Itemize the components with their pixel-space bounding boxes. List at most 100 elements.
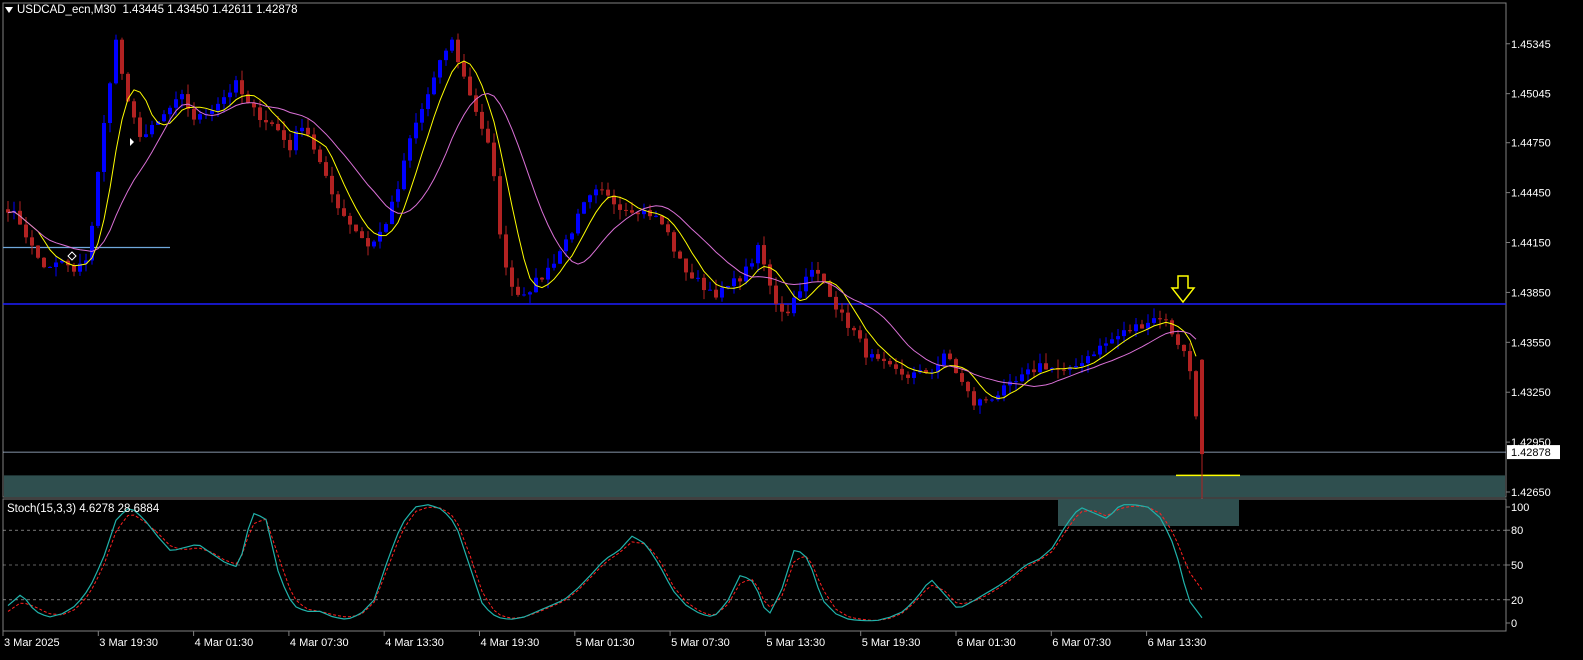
candle-body [906, 374, 910, 378]
candle-body [444, 50, 448, 61]
candle-body [144, 134, 148, 137]
price-tick-label: 1.43550 [1511, 337, 1551, 349]
candle-body [960, 373, 964, 382]
candle-body [888, 360, 892, 365]
candle-body [840, 309, 844, 313]
candle-body [858, 330, 862, 339]
candle-body [948, 353, 952, 360]
candle-body [312, 134, 316, 150]
candle-body [1086, 356, 1090, 364]
candle-body [648, 210, 652, 217]
time-tick-label: 5 Mar 01:30 [576, 637, 635, 649]
candle-body [594, 189, 598, 196]
stoch-tick-label: 50 [1511, 560, 1523, 572]
symbol-label: USDCAD_ecn,M30 [17, 4, 117, 16]
candle-body [432, 77, 436, 95]
candle-body [630, 210, 634, 213]
candle-body [582, 202, 586, 214]
candle-body [1038, 363, 1042, 373]
stoch-tick-label: 0 [1511, 618, 1517, 630]
candle-body [258, 107, 262, 121]
price-tick-label: 1.43850 [1511, 287, 1551, 299]
candle-body [990, 399, 994, 401]
candle-body [1116, 336, 1120, 340]
candle-body [150, 124, 154, 135]
candle-body [876, 354, 880, 359]
candle-body [798, 291, 802, 298]
candle-body [1092, 354, 1096, 357]
chart-header: USDCAD_ecn,M30 1.43445 1.43450 1.42611 1… [5, 4, 298, 16]
candle-body [600, 189, 604, 191]
candle-body [702, 277, 706, 291]
candle-body [222, 97, 226, 104]
candle-body [882, 358, 886, 361]
candle-body [942, 353, 946, 366]
candle-body [480, 111, 484, 129]
candle-body [984, 399, 988, 401]
candle-body [1152, 318, 1156, 323]
candle-body [30, 237, 34, 246]
candle-body [294, 131, 298, 151]
candle-body [366, 238, 370, 247]
candle-body [546, 267, 550, 280]
candle-body [276, 123, 280, 131]
stoch-axis: 100 80 50 20 0 [1506, 502, 1529, 630]
candle-body [522, 294, 526, 296]
candle-body [822, 273, 826, 282]
time-tick-label: 4 Mar 01:30 [195, 637, 254, 649]
stoch-name: Stoch(15,3,3) [7, 503, 77, 515]
candle-body [1104, 343, 1108, 346]
price-tick-label: 1.42650 [1511, 487, 1551, 499]
stoch-header: Stoch(15,3,3) 4.6278 28.6884 [7, 503, 159, 515]
candle-body [1098, 345, 1102, 355]
candle-body [804, 276, 808, 292]
price-tick-label: 1.44150 [1511, 238, 1551, 250]
candle-body [588, 195, 592, 203]
candle-body [516, 286, 520, 295]
candle-body [762, 245, 766, 265]
candle-body [234, 80, 238, 93]
time-tick-label: 5 Mar 07:30 [671, 637, 730, 649]
candle-body [696, 277, 700, 279]
candle-body [216, 103, 220, 111]
candle-body [504, 234, 508, 268]
candle-body [492, 142, 496, 177]
candle-body [468, 76, 472, 96]
candle-body [228, 92, 232, 98]
time-axis: 3 Mar 2025 3 Mar 19:30 4 Mar 01:30 4 Mar 07… [2, 631, 1206, 649]
time-tick-label: 4 Mar 13:30 [385, 637, 444, 649]
dropdown-triangle-icon[interactable] [5, 6, 13, 13]
candle-body [264, 120, 268, 123]
candle-body [348, 215, 352, 225]
candle-body [240, 80, 244, 95]
candle-body [540, 277, 544, 280]
candle-body [1062, 369, 1066, 371]
candle-body [576, 213, 580, 234]
candle-body [618, 204, 622, 210]
candle-body [336, 194, 340, 209]
time-tick-label: 3 Mar 2025 [4, 637, 60, 649]
stoch-zone [1058, 499, 1239, 526]
candle-body [834, 296, 838, 310]
candle-body [402, 160, 406, 190]
price-tick-label: 1.45045 [1511, 89, 1551, 101]
candle-body [1026, 369, 1030, 375]
candle-body [786, 311, 790, 314]
candle-body [564, 239, 568, 252]
candle-body [1122, 330, 1126, 337]
stoch-tick-label: 80 [1511, 525, 1523, 537]
candle-body [396, 189, 400, 202]
open-value: 1.43445 [122, 4, 165, 16]
candle-body [1134, 324, 1138, 332]
price-tick-label: 1.44450 [1511, 188, 1551, 200]
candle-body [1164, 319, 1168, 321]
candle-body [108, 83, 112, 124]
candle-body [282, 130, 286, 140]
candle-body [672, 232, 676, 252]
candle-body [684, 258, 688, 273]
chart-canvas[interactable]: 1.45345 1.45045 1.44750 1.44450 1.44150 1.438… [0, 0, 1583, 660]
candle-body [714, 289, 718, 298]
candle-body [720, 287, 724, 298]
candle-body [48, 266, 52, 268]
candle-body [1002, 385, 1006, 396]
